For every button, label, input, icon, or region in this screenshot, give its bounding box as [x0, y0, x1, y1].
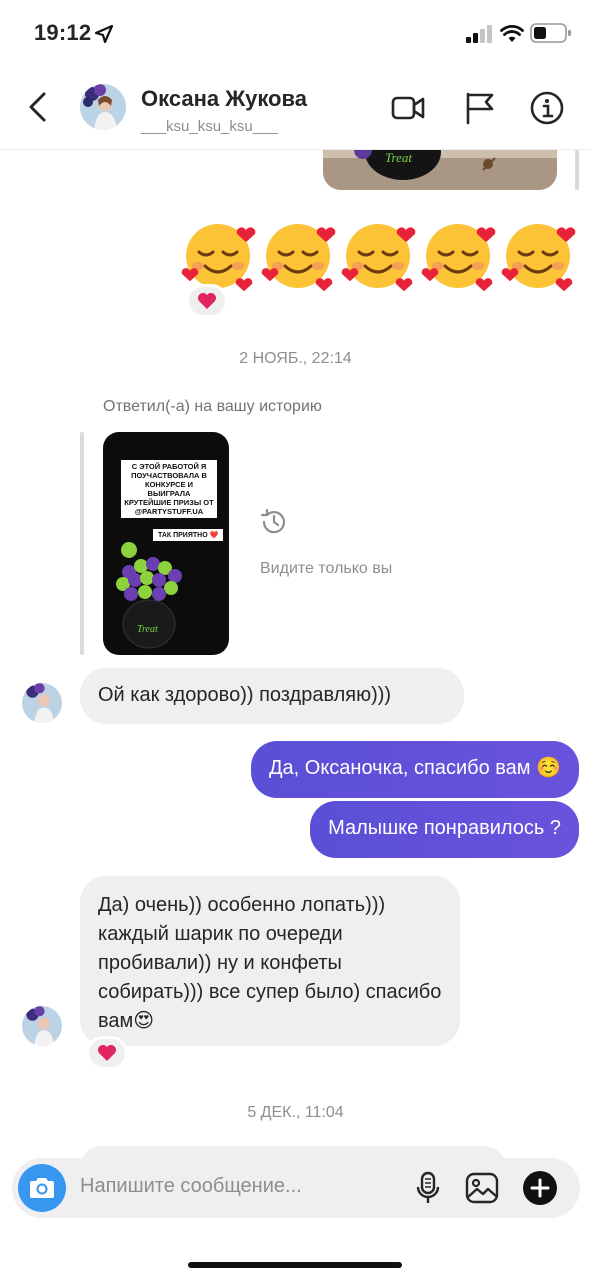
heart-reaction[interactable] — [186, 284, 228, 318]
only-you-label: Видите только вы — [260, 560, 393, 577]
history-icon — [260, 508, 286, 534]
contact-avatar[interactable] — [80, 84, 126, 130]
incoming-message[interactable]: Ой как здорово)) поздравляю))) — [80, 668, 464, 724]
balloon-bouquet-image: Treat — [116, 542, 182, 649]
outgoing-message[interactable]: Да, Оксаночка, спасибо вам ☺️ — [250, 741, 579, 798]
heart-reaction[interactable] — [86, 1036, 128, 1070]
heart-icon — [395, 278, 413, 292]
contact-avatar-small[interactable] — [22, 683, 62, 723]
emoji-message-text: ☺️☺️☺️☺️☺️ — [180, 216, 181, 217]
home-indicator[interactable] — [188, 1262, 402, 1268]
cellular-signal-icon — [466, 25, 492, 43]
outgoing-message[interactable]: Малышке понравилось ? — [310, 801, 579, 858]
info-icon[interactable] — [529, 90, 565, 126]
smiling-face-with-hearts-emoji — [421, 224, 496, 292]
heart-icon — [315, 278, 333, 292]
gallery-icon[interactable] — [464, 1170, 500, 1206]
chat-header: Оксана Жукова ___ksu_ksu_ksu___ — [0, 66, 591, 150]
contact-username[interactable]: ___ksu_ksu_ksu___ — [141, 118, 278, 135]
add-icon[interactable] — [522, 1170, 558, 1206]
back-icon[interactable] — [22, 90, 56, 124]
microphone-icon[interactable] — [410, 1170, 446, 1206]
contact-avatar-small[interactable] — [22, 1006, 62, 1046]
story-reply-note: Ответил(-а) на вашу историю — [103, 398, 322, 415]
svg-text:Treat: Treat — [385, 150, 412, 165]
heart-icon — [235, 278, 253, 292]
camera-icon — [30, 1178, 54, 1198]
timestamp: 2 НОЯБ., 22:14 — [239, 350, 352, 367]
flag-icon[interactable] — [462, 90, 498, 126]
story-caption: С ЭТОЙ РАБОТОЙ Я ПОУЧАСТВОВАЛА В КОНКУРС… — [121, 460, 217, 518]
contact-name[interactable]: Оксана Жукова — [141, 86, 307, 112]
message-composer — [12, 1158, 580, 1218]
incoming-message[interactable]: Да) очень)) особенно лопать))) каждый ша… — [80, 876, 460, 1046]
status-time: 19:12 — [34, 20, 92, 45]
heart-icon — [475, 278, 493, 292]
scroll-indicator — [575, 150, 579, 190]
status-bar: 19:12 — [0, 0, 591, 66]
story-reply-bar — [80, 432, 84, 655]
smiling-face-with-hearts-emoji — [501, 224, 576, 292]
smiling-face-with-hearts-emoji — [261, 224, 336, 292]
location-arrow-icon — [94, 24, 114, 44]
battery-icon — [530, 23, 571, 43]
video-call-icon[interactable] — [390, 90, 426, 126]
message-input[interactable] — [80, 1175, 360, 1198]
smiling-face-with-hearts-emoji — [341, 224, 416, 292]
wifi-icon — [500, 25, 524, 42]
heart-icon — [98, 1045, 116, 1061]
timestamp: 5 ДЕК., 11:04 — [247, 1104, 344, 1121]
balloon-label: Treat — [137, 624, 158, 635]
heart-icon — [555, 278, 573, 292]
emoji-message[interactable]: ☺️☺️☺️☺️☺️ — [180, 216, 580, 296]
heart-icon — [198, 293, 216, 309]
camera-button[interactable] — [18, 1164, 66, 1212]
story-preview[interactable]: С ЭТОЙ РАБОТОЙ Я ПОУЧАСТВОВАЛА В КОНКУРС… — [103, 432, 229, 655]
smiling-face-with-hearts-emoji — [181, 224, 256, 292]
smiling-emoji-icons — [181, 224, 576, 292]
